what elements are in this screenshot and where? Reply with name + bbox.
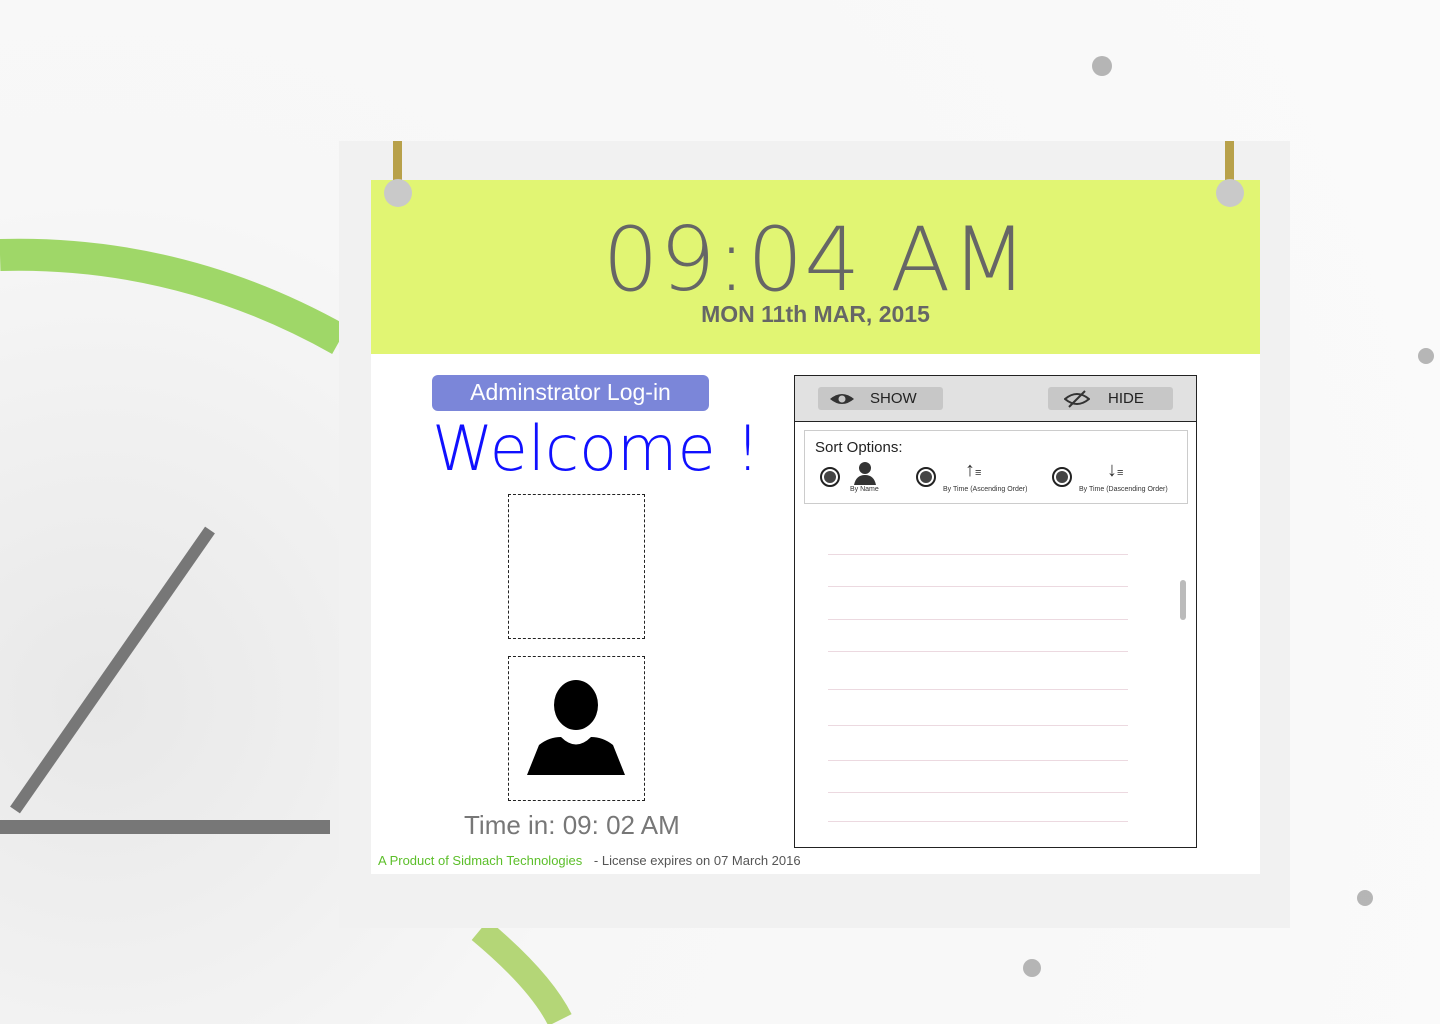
- background-clock-arc: [0, 238, 348, 354]
- background-clock-hand: [10, 526, 215, 814]
- background-clock-arc: [471, 920, 572, 1024]
- sort-ascending-icon: ↑≡: [965, 459, 982, 481]
- sort-ascending-label: By Time (Ascending Order): [943, 486, 1028, 493]
- background-clock-hand: [0, 820, 330, 834]
- photo-placeholder: [508, 494, 645, 639]
- user-icon: [854, 462, 876, 485]
- user-avatar-icon: [527, 680, 625, 775]
- sort-by-name-radio[interactable]: [820, 467, 840, 487]
- time-in: Time in: 09: 02 AM: [464, 810, 680, 840]
- list-row: [828, 760, 1128, 761]
- pin-head: [384, 179, 412, 207]
- list-row: [828, 619, 1128, 620]
- sort-by-name-label: By Name: [850, 486, 879, 493]
- show-button[interactable]: SHOW: [818, 387, 943, 410]
- sort-title: Sort Options:: [815, 439, 903, 456]
- panel-toolbar: SHOW HIDE: [795, 376, 1196, 422]
- clock-date: MON 11th MAR, 2015: [701, 301, 930, 327]
- sort-descending-radio[interactable]: [1052, 467, 1072, 487]
- list-row: [828, 689, 1128, 690]
- eye-slash-icon: [1064, 390, 1090, 408]
- admin-login-button[interactable]: Adminstrator Log-in: [432, 375, 709, 411]
- pin-head: [1216, 179, 1244, 207]
- sort-descending-icon: ↓≡: [1107, 459, 1124, 481]
- clock-header: 09:04 AM MON 11th MAR, 2015: [371, 180, 1260, 354]
- hide-label: HIDE: [1108, 390, 1144, 407]
- list-scrollbar[interactable]: [1180, 580, 1186, 620]
- list-row: [828, 586, 1128, 587]
- product-link[interactable]: A Product of Sidmach Technologies: [378, 853, 582, 868]
- sort-descending-label: By Time (Dascending Order): [1079, 486, 1168, 493]
- list-row: [828, 554, 1128, 555]
- attendance-panel: SHOW HIDE Sort Options: By Name ↑≡ By Ti…: [794, 375, 1197, 848]
- list-row: [828, 821, 1128, 822]
- list-row: [828, 651, 1128, 652]
- eye-icon: [830, 394, 854, 404]
- avatar: [508, 656, 645, 801]
- list-row: [828, 725, 1128, 726]
- welcome-heading: Welcome !: [432, 412, 761, 485]
- list-row: [828, 792, 1128, 793]
- hide-button[interactable]: HIDE: [1048, 387, 1173, 410]
- main-card: 09:04 AM MON 11th MAR, 2015 Adminstrator…: [371, 180, 1260, 874]
- footer: A Product of Sidmach Technologies - Lice…: [378, 853, 801, 868]
- sort-options: Sort Options: By Name ↑≡ By Time (Ascend…: [804, 430, 1188, 504]
- show-label: SHOW: [870, 390, 917, 407]
- license-text: - License expires on 07 March 2016: [593, 853, 801, 868]
- sort-ascending-radio[interactable]: [916, 467, 936, 487]
- clock-time: 09:04 AM: [602, 208, 1029, 311]
